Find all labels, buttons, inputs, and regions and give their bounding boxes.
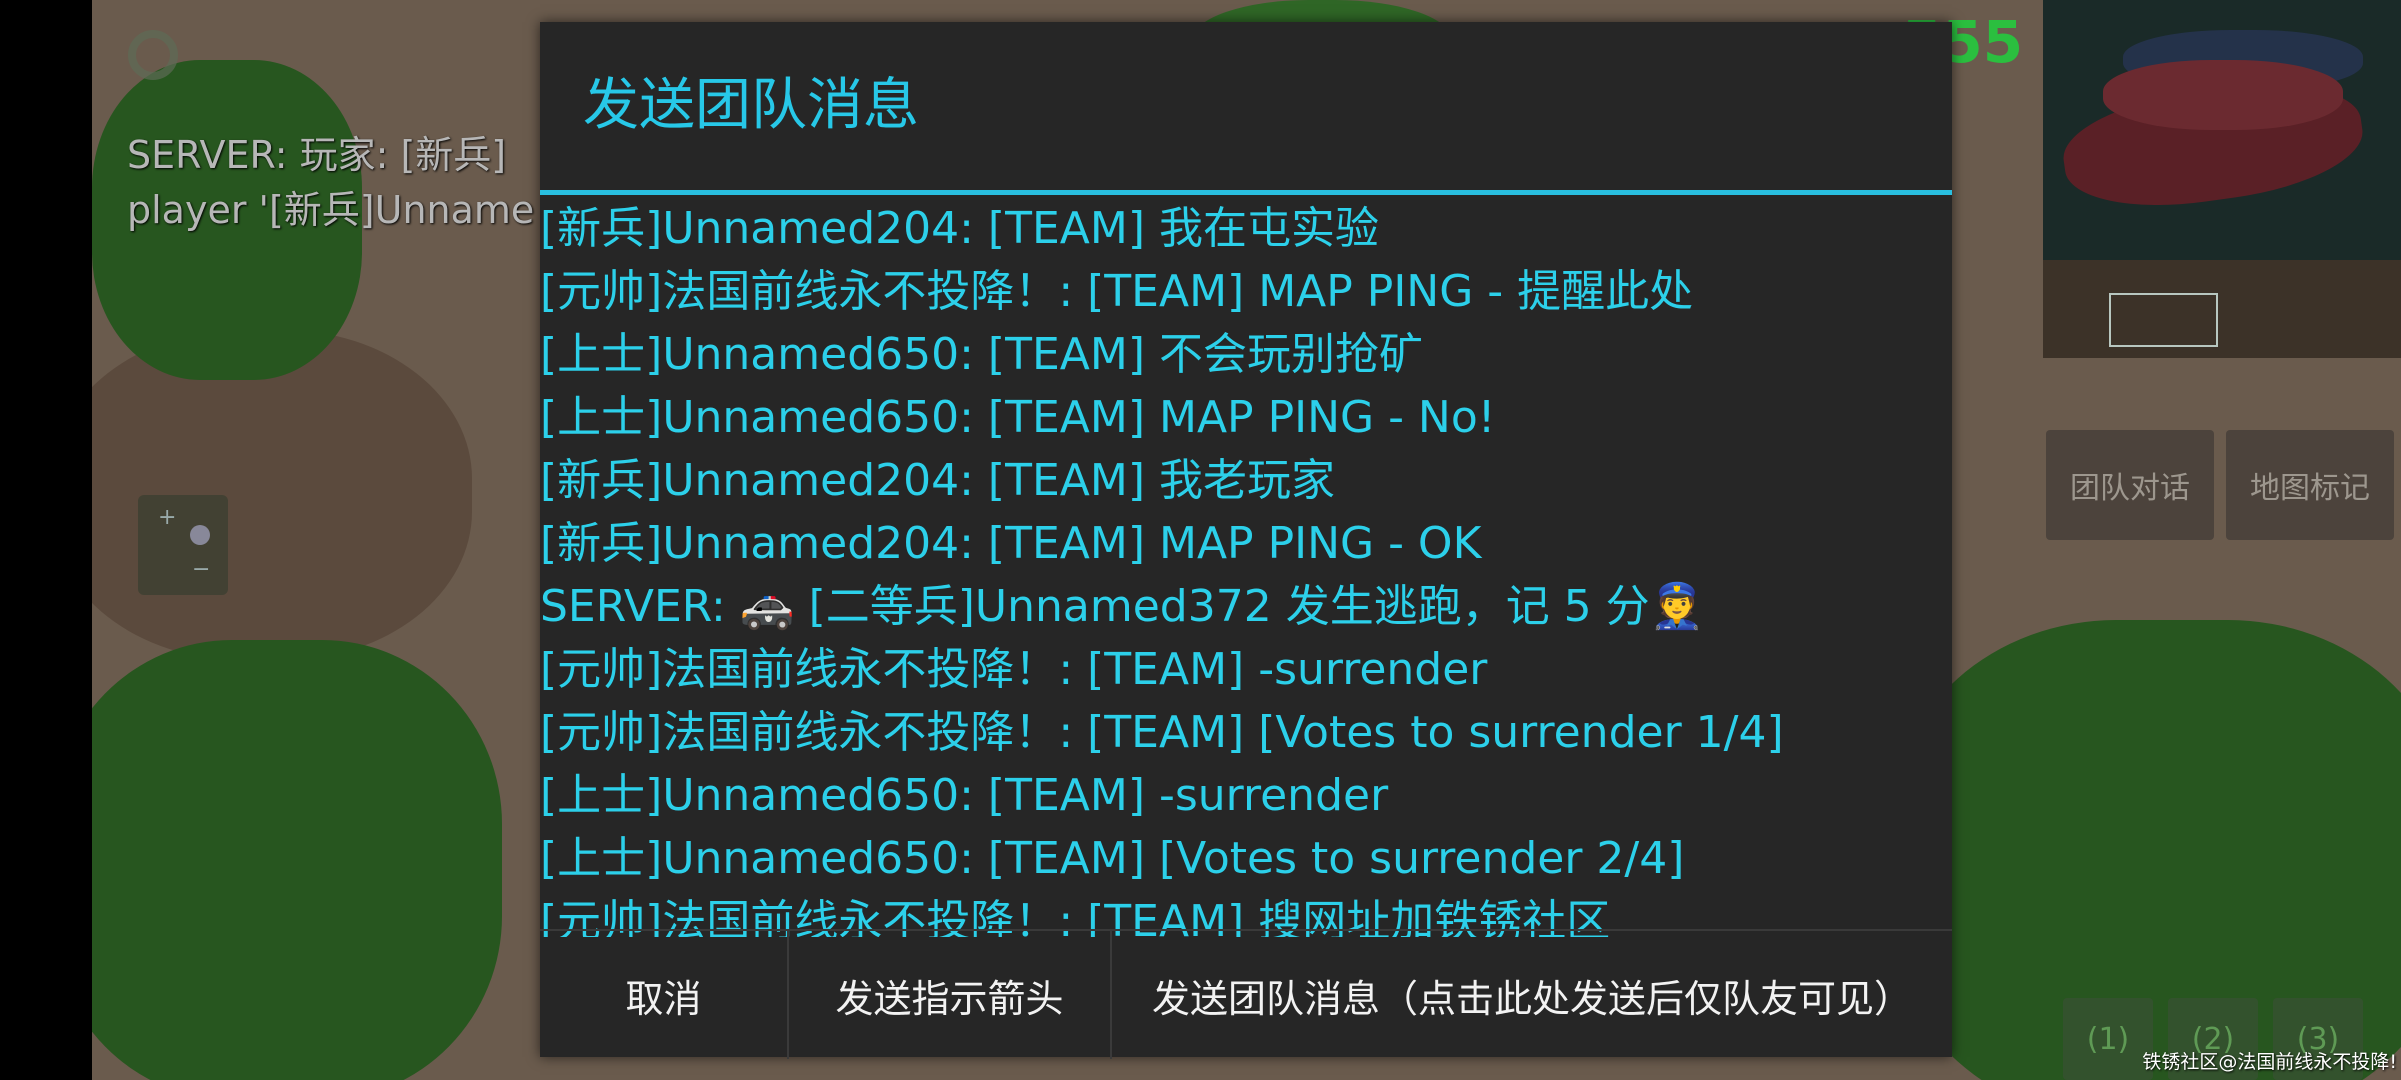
server-overlay-line2: player '[新兵]Unname bbox=[127, 188, 535, 232]
gear-icon[interactable] bbox=[128, 30, 178, 80]
control-group-1[interactable]: (1) bbox=[2063, 998, 2153, 1080]
minimap[interactable] bbox=[2043, 0, 2401, 358]
magnifier-icon bbox=[190, 525, 210, 545]
message-item: [上士]Unnamed650: [TEAM] 不会玩别抢矿 bbox=[540, 329, 1423, 380]
minimap-viewport[interactable] bbox=[2109, 293, 2218, 347]
message-item: [元帅]法国前线永不投降！: [TEAM] -surrender bbox=[540, 644, 1488, 695]
message-list[interactable]: [新兵]Unnamed204: [TEAM] 我在屯实验 [元帅]法国前线永不投… bbox=[540, 197, 1952, 937]
message-item: [新兵]Unnamed204: [TEAM] 我在屯实验 bbox=[540, 203, 1379, 254]
message-item: [元帅]法国前线永不投降！: [TEAM] MAP PING - 提醒此处 bbox=[540, 266, 1694, 317]
title-divider bbox=[540, 190, 1952, 195]
zoom-in-icon[interactable]: + bbox=[158, 505, 176, 530]
dialog-title: 发送团队消息 bbox=[583, 73, 919, 138]
cancel-button[interactable]: 取消 bbox=[540, 931, 787, 1059]
message-item: [新兵]Unnamed204: [TEAM] 我老玩家 bbox=[540, 455, 1335, 506]
team-message-dialog: 发送团队消息 [新兵]Unnamed204: [TEAM] 我在屯实验 [元帅]… bbox=[540, 22, 1952, 1059]
server-overlay-line1: SERVER: 玩家: [新兵] bbox=[127, 133, 507, 177]
zoom-out-icon[interactable]: − bbox=[192, 557, 210, 582]
zoom-control[interactable]: + − bbox=[138, 495, 228, 595]
server-chat-overlay: SERVER: 玩家: [新兵] player '[新兵]Unname bbox=[127, 128, 534, 238]
dialog-button-bar: 取消 发送指示箭头 发送团队消息（点击此处发送后仅队友可见） bbox=[540, 929, 1952, 1059]
watermark: 铁锈社区@法国前线永不投降! bbox=[2142, 1051, 2397, 1073]
message-item: SERVER: 🚓 [二等兵]Unnamed372 发生逃跑，记 5 分👮 bbox=[540, 581, 1705, 632]
message-item: [上士]Unnamed650: [TEAM] MAP PING - No! bbox=[540, 392, 1496, 443]
send-team-message-button[interactable]: 发送团队消息（点击此处发送后仅队友可见） bbox=[1110, 931, 1952, 1059]
message-item: [上士]Unnamed650: [TEAM] -surrender bbox=[540, 770, 1389, 821]
message-item: [新兵]Unnamed204: [TEAM] MAP PING - OK bbox=[540, 518, 1482, 569]
map-marker-button[interactable]: 地图标记 bbox=[2226, 430, 2394, 540]
team-chat-button[interactable]: 团队对话 bbox=[2046, 430, 2214, 540]
message-item: [元帅]法国前线永不投降！: [TEAM] [Votes to surrende… bbox=[540, 707, 1784, 758]
message-item: [上士]Unnamed650: [TEAM] [Votes to surrend… bbox=[540, 833, 1685, 884]
send-arrow-button[interactable]: 发送指示箭头 bbox=[787, 931, 1110, 1059]
